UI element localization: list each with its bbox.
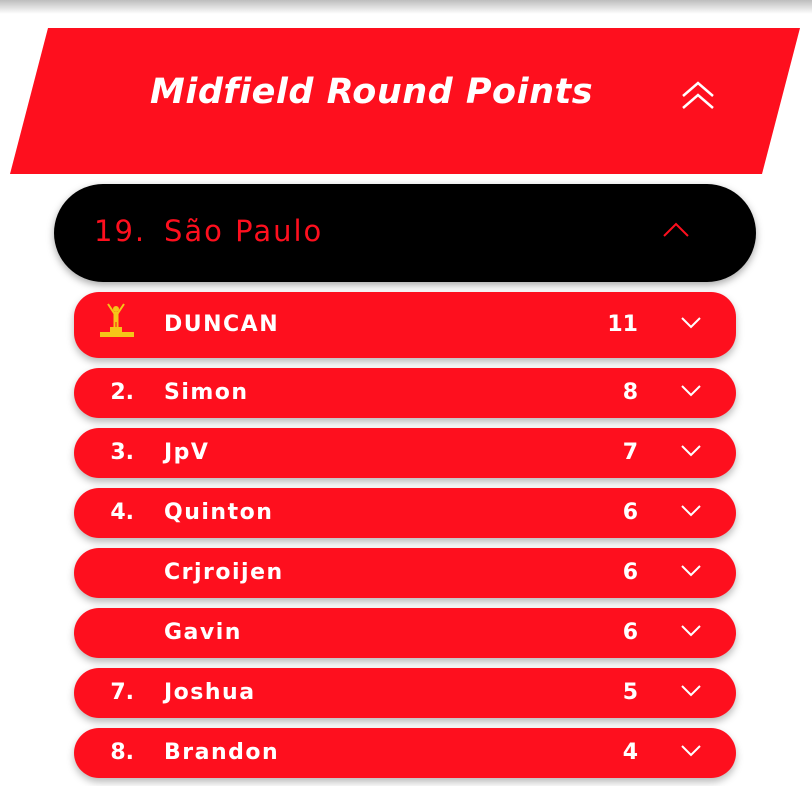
driver-name: DUNCAN: [164, 312, 280, 337]
race-number: 19.: [94, 214, 147, 248]
race-header[interactable]: 19. São Paulo: [54, 184, 756, 282]
driver-points: 6: [622, 620, 638, 645]
chevron-down-icon: [681, 317, 701, 329]
driver-points: 7: [622, 440, 638, 465]
driver-position: 4.: [110, 500, 134, 525]
driver-name: Brandon: [164, 740, 280, 765]
banner-title: Midfield Round Points: [150, 72, 594, 112]
standing-row[interactable]: 2. Simon 8: [74, 368, 736, 418]
chevron-down-icon: [681, 385, 701, 397]
driver-points: 6: [622, 500, 638, 525]
standing-row[interactable]: DUNCAN 11: [74, 292, 736, 358]
driver-name: JpV: [164, 440, 210, 465]
driver-position: 2.: [110, 380, 134, 405]
standing-row[interactable]: 3. JpV 7: [74, 428, 736, 478]
standing-row[interactable]: 4. Quinton 6: [74, 488, 736, 538]
collapse-section-button[interactable]: [680, 80, 716, 112]
chevron-down-icon: [681, 625, 701, 637]
chevron-down-icon: [681, 505, 701, 517]
driver-name: Simon: [164, 380, 249, 405]
double-chevron-up-icon: [682, 81, 714, 109]
standing-row[interactable]: Gavin 6: [74, 608, 736, 658]
driver-position: 7.: [110, 680, 134, 705]
driver-points: 5: [622, 680, 638, 705]
standing-row[interactable]: 8. Brandon 4: [74, 728, 736, 778]
driver-points: 6: [622, 560, 638, 585]
driver-points: 4: [622, 740, 638, 765]
race-name: São Paulo: [164, 214, 324, 248]
standing-row[interactable]: 7. Joshua 5: [74, 668, 736, 718]
page: Midfield Round Points 19. São Paulo DUNC…: [0, 0, 812, 786]
chevron-down-icon: [681, 445, 701, 457]
driver-name: Quinton: [164, 500, 274, 525]
podium-trophy-icon: [100, 303, 134, 337]
driver-name: Gavin: [164, 620, 242, 645]
driver-position: 3.: [110, 440, 134, 465]
chevron-down-icon: [681, 745, 701, 757]
driver-points: 11: [607, 312, 638, 337]
chevron-up-icon: [663, 222, 689, 237]
driver-name: Crjroijen: [164, 560, 284, 585]
driver-points: 8: [622, 380, 638, 405]
chevron-down-icon: [681, 685, 701, 697]
chevron-down-icon: [681, 565, 701, 577]
driver-name: Joshua: [164, 680, 256, 705]
driver-position: 8.: [110, 740, 134, 765]
standing-row[interactable]: Crjroijen 6: [74, 548, 736, 598]
top-shadow: [0, 0, 812, 14]
